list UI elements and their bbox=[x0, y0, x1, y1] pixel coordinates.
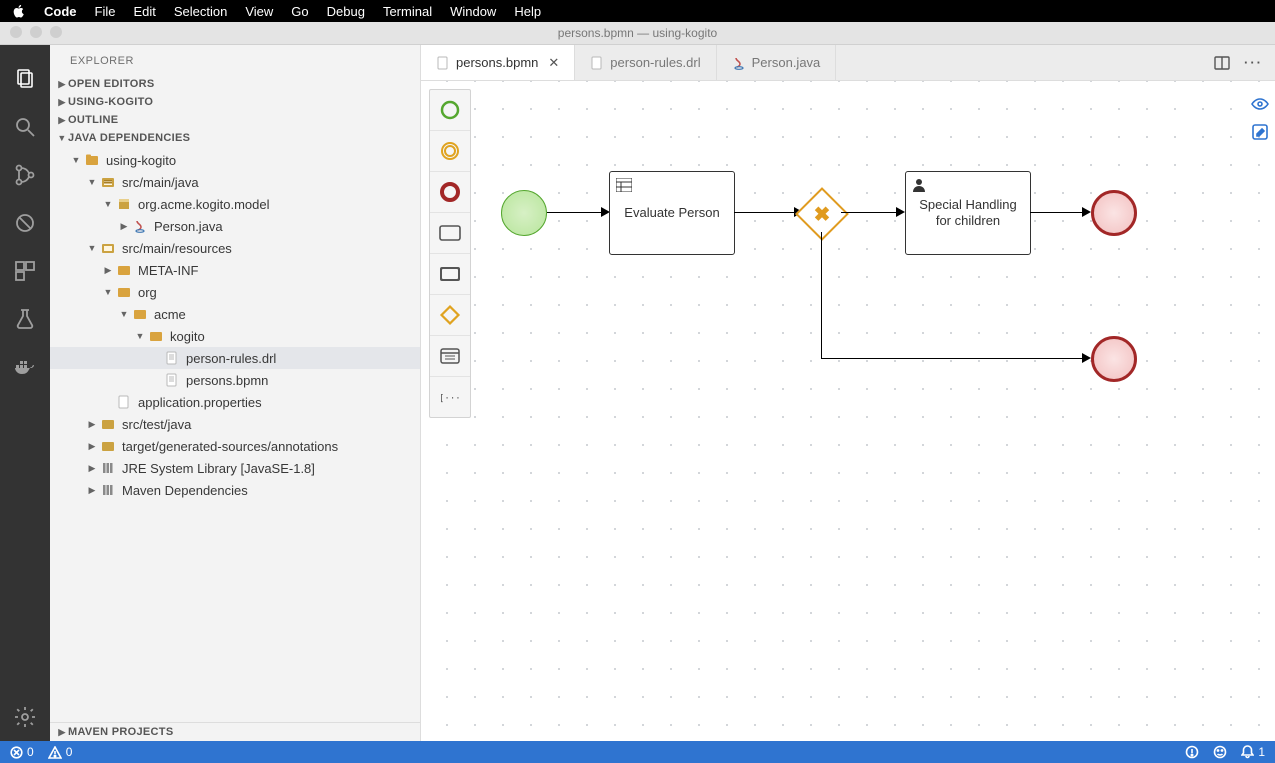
tree-jre[interactable]: ▶ JRE System Library [JavaSE-1.8] bbox=[50, 457, 420, 479]
source-folder-icon bbox=[100, 438, 116, 454]
section-java-dependencies[interactable]: ▼JAVA DEPENDENCIES bbox=[50, 129, 420, 147]
library-icon bbox=[100, 460, 116, 476]
menu-edit[interactable]: Edit bbox=[133, 4, 155, 19]
tree-target[interactable]: ▶ target/generated-sources/annotations bbox=[50, 435, 420, 457]
tree-person-java[interactable]: ▶ Person.java bbox=[50, 215, 420, 237]
menu-file[interactable]: File bbox=[95, 4, 116, 19]
tree-maven-deps[interactable]: ▶ Maven Dependencies bbox=[50, 479, 420, 501]
package-icon bbox=[116, 196, 132, 212]
activity-search-icon[interactable] bbox=[11, 113, 39, 141]
status-feedback-icon[interactable] bbox=[1185, 745, 1199, 759]
bpmn-task-evaluate-person[interactable]: Evaluate Person bbox=[609, 171, 735, 255]
menu-window[interactable]: Window bbox=[450, 4, 496, 19]
menu-help[interactable]: Help bbox=[514, 4, 541, 19]
project-icon bbox=[84, 152, 100, 168]
business-rule-task-icon bbox=[616, 178, 632, 192]
tree-kogito[interactable]: ▼ kogito bbox=[50, 325, 420, 347]
traffic-lights[interactable] bbox=[10, 26, 62, 38]
tree-project[interactable]: ▼ using-kogito bbox=[50, 149, 420, 171]
menu-view[interactable]: View bbox=[245, 4, 273, 19]
bpmn-canvas[interactable]: [···] Evaluate Person bbox=[421, 81, 1275, 741]
window-titlebar: persons.bpmn — using-kogito bbox=[0, 22, 1275, 45]
user-task-icon bbox=[912, 178, 926, 192]
tree-acme[interactable]: ▼ acme bbox=[50, 303, 420, 325]
activity-settings-icon[interactable] bbox=[11, 703, 39, 731]
source-folder-icon bbox=[100, 240, 116, 256]
menu-debug[interactable]: Debug bbox=[327, 4, 365, 19]
status-warnings[interactable]: 0 bbox=[48, 745, 73, 759]
editor-tabbar: persons.bpmn ✕ person-rules.drl Person.j… bbox=[421, 45, 1275, 81]
folder-icon bbox=[116, 284, 132, 300]
tree-person-rules[interactable]: person-rules.drl bbox=[50, 347, 420, 369]
section-maven-projects[interactable]: ▶MAVEN PROJECTS bbox=[50, 722, 420, 741]
bpmn-end-event-2[interactable] bbox=[1091, 336, 1137, 382]
tab-person-java[interactable]: Person.java bbox=[717, 45, 837, 80]
folder-icon bbox=[116, 262, 132, 278]
tree-src-test-java[interactable]: ▶ src/test/java bbox=[50, 413, 420, 435]
more-actions-icon[interactable]: ··· bbox=[1244, 55, 1263, 70]
tree-persons-bpmn[interactable]: persons.bpmn bbox=[50, 369, 420, 391]
bpmn-start-event[interactable] bbox=[501, 190, 547, 236]
tree-org[interactable]: ▼ org bbox=[50, 281, 420, 303]
activity-scm-icon[interactable] bbox=[11, 161, 39, 189]
tree-package[interactable]: ▼ org.acme.kogito.model bbox=[50, 193, 420, 215]
macos-menubar: Code File Edit Selection View Go Debug T… bbox=[0, 0, 1275, 22]
section-outline[interactable]: ▶OUTLINE bbox=[50, 111, 420, 129]
source-folder-icon bbox=[100, 174, 116, 190]
java-file-icon bbox=[132, 218, 148, 234]
activity-debug-icon[interactable] bbox=[11, 209, 39, 237]
tab-person-rules[interactable]: person-rules.drl bbox=[575, 45, 716, 80]
tree-src-main-resources[interactable]: ▼ src/main/resources bbox=[50, 237, 420, 259]
tab-persons-bpmn[interactable]: persons.bpmn ✕ bbox=[421, 45, 575, 80]
section-open-editors[interactable]: ▶OPEN EDITORS bbox=[50, 75, 420, 93]
activity-bar bbox=[0, 45, 50, 741]
apple-menu-icon[interactable] bbox=[12, 4, 26, 18]
status-bar: 0 0 1 bbox=[0, 741, 1275, 763]
explorer-sidebar: EXPLORER ▶OPEN EDITORS ▶USING-KOGITO ▶OU… bbox=[50, 45, 421, 741]
split-editor-icon[interactable] bbox=[1214, 55, 1230, 71]
status-errors[interactable]: 0 bbox=[10, 745, 34, 759]
bpmn-end-event-1[interactable] bbox=[1091, 190, 1137, 236]
library-icon bbox=[100, 482, 116, 498]
activity-docker-icon[interactable] bbox=[11, 353, 39, 381]
tree-application-properties[interactable]: application.properties bbox=[50, 391, 420, 413]
folder-icon bbox=[148, 328, 164, 344]
file-icon bbox=[436, 56, 450, 70]
file-icon bbox=[116, 394, 132, 410]
bpmn-diagram: Evaluate Person ✖ Special Handling for c… bbox=[421, 81, 1275, 741]
activity-test-icon[interactable] bbox=[11, 305, 39, 333]
editor-area: persons.bpmn ✕ person-rules.drl Person.j… bbox=[421, 45, 1275, 741]
bpmn-gateway[interactable]: ✖ bbox=[795, 187, 849, 241]
menu-go[interactable]: Go bbox=[291, 4, 308, 19]
window-title-text: persons.bpmn — using-kogito bbox=[558, 26, 717, 40]
bpmn-task-special-handling[interactable]: Special Handling for children bbox=[905, 171, 1031, 255]
activity-explorer-icon[interactable] bbox=[11, 65, 39, 93]
folder-icon bbox=[132, 306, 148, 322]
status-smiley-icon[interactable] bbox=[1213, 745, 1227, 759]
status-notifications[interactable]: 1 bbox=[1241, 745, 1265, 759]
activity-extensions-icon[interactable] bbox=[11, 257, 39, 285]
java-deps-tree: ▼ using-kogito ▼ src/main/java ▼ org.acm… bbox=[50, 147, 420, 722]
source-folder-icon bbox=[100, 416, 116, 432]
menu-selection[interactable]: Selection bbox=[174, 4, 227, 19]
tree-meta-inf[interactable]: ▶ META-INF bbox=[50, 259, 420, 281]
menu-terminal[interactable]: Terminal bbox=[383, 4, 432, 19]
tree-src-main-java[interactable]: ▼ src/main/java bbox=[50, 171, 420, 193]
section-project[interactable]: ▶USING-KOGITO bbox=[50, 93, 420, 111]
file-icon bbox=[590, 56, 604, 70]
file-icon bbox=[164, 350, 180, 366]
java-file-icon bbox=[732, 56, 746, 70]
close-icon[interactable]: ✕ bbox=[548, 55, 559, 71]
menu-code[interactable]: Code bbox=[44, 4, 77, 19]
file-icon bbox=[164, 372, 180, 388]
explorer-title: EXPLORER bbox=[50, 45, 420, 75]
workbench: EXPLORER ▶OPEN EDITORS ▶USING-KOGITO ▶OU… bbox=[0, 45, 1275, 741]
